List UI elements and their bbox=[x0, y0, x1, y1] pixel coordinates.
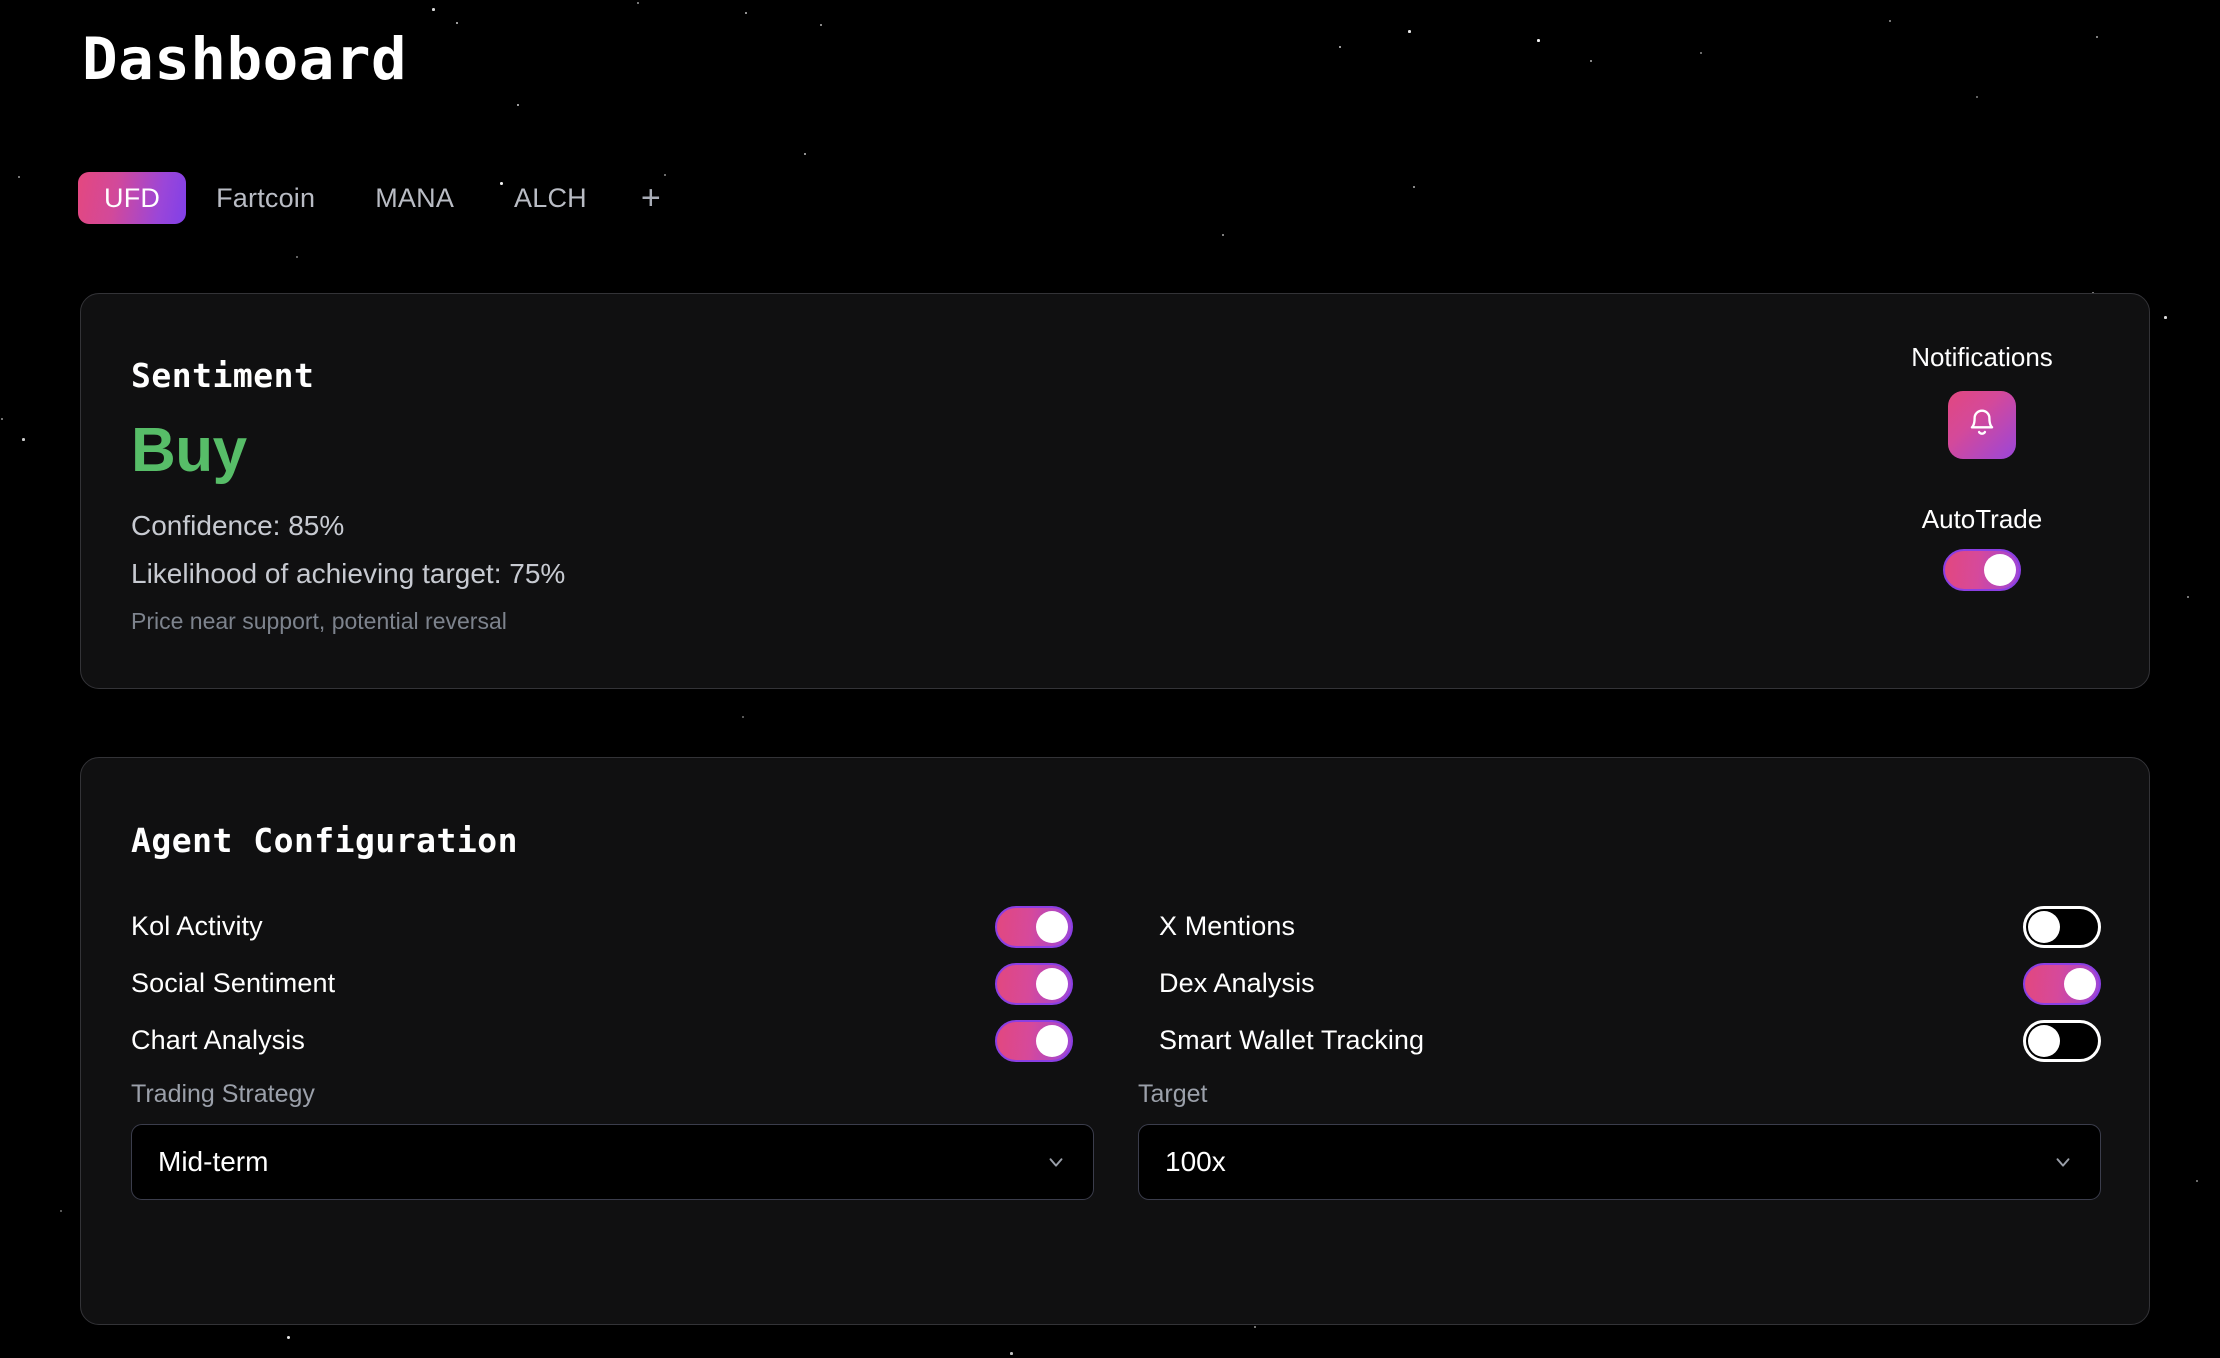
toggle-knob bbox=[2028, 1024, 2060, 1057]
feature-row-social-sentiment: Social Sentiment bbox=[131, 955, 1073, 1012]
add-tab-button[interactable]: + bbox=[617, 172, 685, 224]
trading-strategy-label: Trading Strategy bbox=[131, 1080, 315, 1108]
tab-label: MANA bbox=[375, 182, 455, 213]
feature-label: X Mentions bbox=[1159, 911, 1296, 941]
feature-row-chart-analysis: Chart Analysis bbox=[131, 1012, 1073, 1069]
toggle-x-mentions[interactable] bbox=[2023, 905, 2101, 948]
tab-fartcoin[interactable]: Fartcoin bbox=[186, 172, 345, 224]
bell-icon bbox=[1967, 407, 1997, 444]
trading-strategy-field: Trading Strategy Mid-term bbox=[131, 1080, 1094, 1200]
sentiment-confidence: Confidence: 85% bbox=[131, 510, 345, 541]
feature-label: Kol Activity bbox=[131, 911, 263, 941]
target-value: 100x bbox=[1165, 1146, 1226, 1177]
dashboard-page: Dashboard UFD Fartcoin MANA ALCH + Senti… bbox=[0, 0, 2220, 1358]
sentiment-likelihood: Likelihood of achieving target: 75% bbox=[131, 558, 566, 589]
agent-configuration-title: Agent Configuration bbox=[131, 821, 518, 860]
tab-label: UFD bbox=[104, 182, 161, 213]
feature-label: Smart Wallet Tracking bbox=[1159, 1025, 1425, 1055]
select-field-grid: Trading Strategy Mid-term Target 100x bbox=[131, 1080, 2101, 1200]
plus-icon: + bbox=[640, 179, 661, 217]
token-tab-strip: UFD Fartcoin MANA ALCH + bbox=[78, 172, 685, 224]
autotrade-toggle[interactable] bbox=[1943, 549, 2021, 591]
notifications-button[interactable] bbox=[1948, 391, 2016, 459]
sentiment-note: Price near support, potential reversal bbox=[131, 608, 507, 634]
sentiment-verdict: Buy bbox=[131, 416, 247, 485]
target-label: Target bbox=[1138, 1080, 1208, 1108]
toggle-knob bbox=[2064, 967, 2096, 1000]
notifications-label: Notifications bbox=[1911, 342, 2053, 372]
toggle-dex-analysis[interactable] bbox=[2023, 962, 2101, 1005]
tab-mana[interactable]: MANA bbox=[345, 172, 484, 224]
toggle-knob bbox=[1036, 910, 1068, 943]
toggle-knob bbox=[1984, 554, 2016, 586]
sentiment-card: Sentiment Buy Confidence: 85% Likelihood… bbox=[80, 293, 2150, 689]
chevron-down-icon bbox=[1045, 1151, 1067, 1173]
toggle-chart-analysis[interactable] bbox=[995, 1019, 1073, 1062]
feature-row-smart-wallet-tracking: Smart Wallet Tracking bbox=[1159, 1012, 2101, 1069]
agent-configuration-card: Agent Configuration Kol Activity X Menti… bbox=[80, 757, 2150, 1325]
feature-row-kol-activity: Kol Activity bbox=[131, 898, 1073, 955]
feature-row-dex-analysis: Dex Analysis bbox=[1159, 955, 2101, 1012]
sentiment-card-title: Sentiment bbox=[131, 356, 315, 395]
toggle-kol-activity[interactable] bbox=[995, 905, 1073, 948]
feature-label: Social Sentiment bbox=[131, 968, 336, 998]
trading-strategy-value: Mid-term bbox=[158, 1146, 269, 1177]
autotrade-label: AutoTrade bbox=[1921, 504, 2043, 534]
toggle-knob bbox=[2028, 910, 2060, 943]
feature-label: Dex Analysis bbox=[1159, 968, 1315, 998]
target-select[interactable]: 100x bbox=[1138, 1124, 2101, 1200]
tab-alch[interactable]: ALCH bbox=[484, 172, 617, 224]
toggle-social-sentiment[interactable] bbox=[995, 962, 1073, 1005]
chevron-down-icon bbox=[2052, 1151, 2074, 1173]
toggle-smart-wallet-tracking[interactable] bbox=[2023, 1019, 2101, 1062]
tab-label: ALCH bbox=[514, 182, 587, 213]
tab-ufd[interactable]: UFD bbox=[78, 172, 187, 224]
trading-strategy-select[interactable]: Mid-term bbox=[131, 1124, 1094, 1200]
toggle-knob bbox=[1036, 967, 1068, 1000]
feature-toggle-grid: Kol Activity X Mentions Social Sentiment… bbox=[131, 898, 2101, 1069]
feature-row-x-mentions: X Mentions bbox=[1159, 898, 2101, 955]
sentiment-controls: Notifications AutoTrade bbox=[1857, 344, 2107, 591]
target-field: Target 100x bbox=[1138, 1080, 2101, 1200]
feature-label: Chart Analysis bbox=[131, 1025, 305, 1055]
tab-label: Fartcoin bbox=[216, 182, 316, 213]
page-title: Dashboard bbox=[82, 25, 408, 93]
toggle-knob bbox=[1036, 1024, 1068, 1057]
